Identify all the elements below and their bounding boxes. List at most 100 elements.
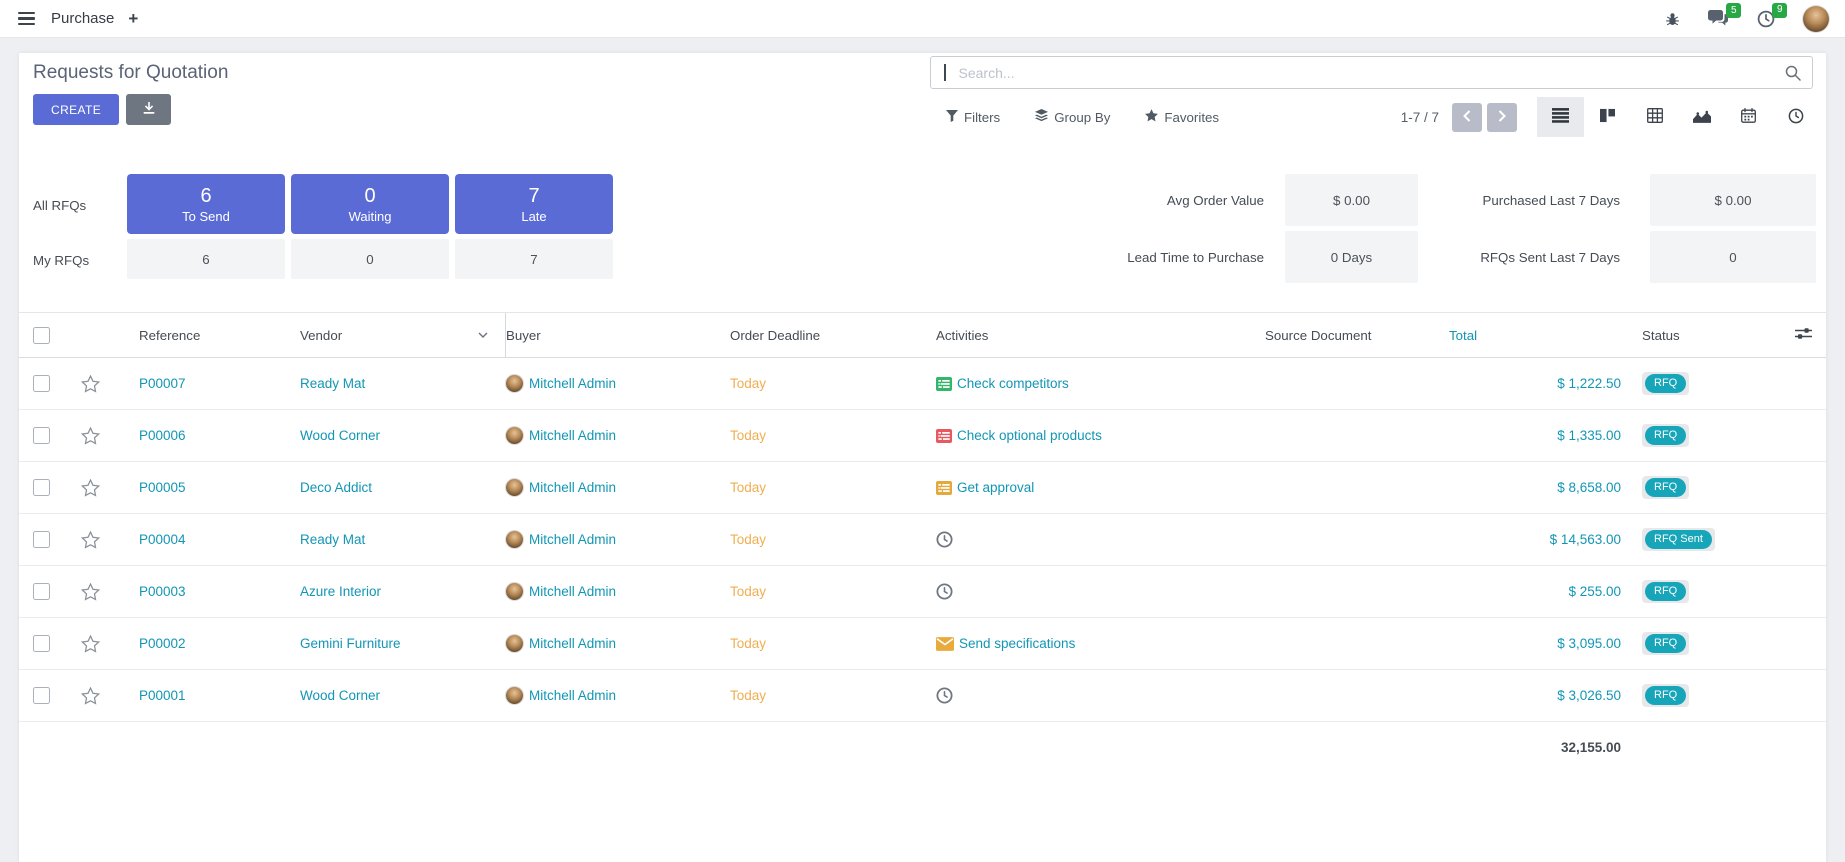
table-row[interactable]: P00001 Wood Corner Mitchell Admin Today … bbox=[19, 670, 1826, 722]
my-to-send-cell[interactable]: 6 bbox=[127, 239, 285, 279]
kanban-view-button[interactable] bbox=[1584, 97, 1631, 137]
vendor-link[interactable]: Ready Mat bbox=[300, 376, 365, 391]
vendor-link[interactable]: Wood Corner bbox=[300, 428, 380, 443]
vendor-link[interactable]: Ready Mat bbox=[300, 532, 365, 547]
buyer-link[interactable]: Mitchell Admin bbox=[529, 480, 616, 495]
filters-button[interactable]: Filters bbox=[946, 109, 1000, 125]
table-row[interactable]: P00005 Deco Addict Mitchell Admin Today … bbox=[19, 462, 1826, 514]
vendor-link[interactable]: Gemini Furniture bbox=[300, 636, 401, 651]
late-button[interactable]: 7 Late bbox=[455, 174, 613, 234]
messages-icon[interactable]: 5 bbox=[1708, 10, 1729, 27]
app-menu-title[interactable]: Purchase bbox=[51, 10, 114, 27]
reference-link[interactable]: P00005 bbox=[139, 480, 186, 495]
vendor-link[interactable]: Azure Interior bbox=[300, 584, 381, 599]
my-late-cell[interactable]: 7 bbox=[455, 239, 613, 279]
reference-link[interactable]: P00007 bbox=[139, 376, 186, 391]
column-header-order-deadline[interactable]: Order Deadline bbox=[730, 313, 936, 357]
activity-icon[interactable] bbox=[936, 637, 954, 651]
waiting-button[interactable]: 0 Waiting bbox=[291, 174, 449, 234]
row-checkbox[interactable] bbox=[33, 687, 50, 704]
activity-icon[interactable] bbox=[936, 583, 953, 600]
pager-next-button[interactable] bbox=[1487, 103, 1517, 132]
favorite-star-icon[interactable] bbox=[65, 583, 116, 601]
calendar-view-button[interactable] bbox=[1725, 97, 1772, 137]
buyer-link[interactable]: Mitchell Admin bbox=[529, 532, 616, 547]
column-header-reference[interactable]: Reference bbox=[116, 313, 300, 357]
status-badge: RFQ Sent bbox=[1645, 530, 1712, 549]
debug-bug-icon[interactable] bbox=[1665, 11, 1680, 27]
row-checkbox[interactable] bbox=[33, 635, 50, 652]
vendor-link[interactable]: Deco Addict bbox=[300, 480, 372, 495]
vendor-link[interactable]: Wood Corner bbox=[300, 688, 380, 703]
activity-icon[interactable] bbox=[936, 480, 952, 496]
graph-view-button[interactable] bbox=[1678, 97, 1725, 137]
favorites-button[interactable]: Favorites bbox=[1145, 109, 1219, 125]
purchased-last-7-days-box[interactable]: $ 0.00 bbox=[1650, 174, 1816, 226]
favorite-star-icon[interactable] bbox=[65, 479, 116, 497]
column-header-activities[interactable]: Activities bbox=[936, 313, 1265, 357]
table-row[interactable]: P00006 Wood Corner Mitchell Admin Today … bbox=[19, 410, 1826, 462]
reference-link[interactable]: P00002 bbox=[139, 636, 186, 651]
lead-time-label: Lead Time to Purchase bbox=[959, 250, 1264, 265]
user-avatar[interactable] bbox=[1803, 6, 1829, 32]
apps-menu-icon[interactable] bbox=[16, 10, 37, 28]
export-button[interactable] bbox=[126, 94, 171, 125]
column-header-vendor[interactable]: Vendor bbox=[300, 313, 506, 357]
row-checkbox[interactable] bbox=[33, 375, 50, 392]
buyer-link[interactable]: Mitchell Admin bbox=[529, 636, 616, 651]
pivot-view-button[interactable] bbox=[1631, 97, 1678, 137]
favorite-star-icon[interactable] bbox=[65, 635, 116, 653]
favorite-star-icon[interactable] bbox=[65, 687, 116, 705]
favorite-star-icon[interactable] bbox=[65, 427, 116, 445]
new-tab-icon[interactable]: + bbox=[128, 10, 138, 27]
top-navbar: Purchase + 5 9 bbox=[0, 0, 1845, 38]
activities-clock-icon[interactable]: 9 bbox=[1757, 10, 1775, 28]
activity-icon[interactable] bbox=[936, 687, 953, 704]
my-waiting-cell[interactable]: 0 bbox=[291, 239, 449, 279]
group-by-button[interactable]: Group By bbox=[1035, 109, 1110, 125]
to-send-button[interactable]: 6 To Send bbox=[127, 174, 285, 234]
list-view-button[interactable] bbox=[1537, 97, 1584, 137]
table-footer-row: 32,155.00 bbox=[19, 722, 1826, 772]
create-button[interactable]: CREATE bbox=[33, 94, 119, 125]
select-all-checkbox[interactable] bbox=[33, 327, 50, 344]
buyer-link[interactable]: Mitchell Admin bbox=[529, 428, 616, 443]
activity-label[interactable]: Get approval bbox=[957, 480, 1034, 495]
activity-label[interactable]: Check optional products bbox=[957, 428, 1102, 443]
row-checkbox[interactable] bbox=[33, 427, 50, 444]
search-input[interactable] bbox=[946, 65, 1786, 81]
reference-link[interactable]: P00003 bbox=[139, 584, 186, 599]
activity-icon[interactable] bbox=[936, 428, 952, 444]
column-header-status[interactable]: Status bbox=[1629, 313, 1782, 357]
table-row[interactable]: P00003 Azure Interior Mitchell Admin Tod… bbox=[19, 566, 1826, 618]
row-checkbox[interactable] bbox=[33, 531, 50, 548]
activity-label[interactable]: Check competitors bbox=[957, 376, 1069, 391]
activity-view-button[interactable] bbox=[1772, 97, 1819, 137]
table-row[interactable]: P00002 Gemini Furniture Mitchell Admin T… bbox=[19, 618, 1826, 670]
rfqs-sent-last-7-days-box[interactable]: 0 bbox=[1650, 231, 1816, 283]
buyer-link[interactable]: Mitchell Admin bbox=[529, 376, 616, 391]
column-header-source-document[interactable]: Source Document bbox=[1265, 313, 1449, 357]
buyer-link[interactable]: Mitchell Admin bbox=[529, 584, 616, 599]
favorite-star-icon[interactable] bbox=[65, 375, 116, 393]
pager-previous-button[interactable] bbox=[1452, 103, 1482, 132]
activities-badge: 9 bbox=[1772, 3, 1787, 18]
activity-icon[interactable] bbox=[936, 531, 953, 548]
column-header-total[interactable]: Total bbox=[1449, 313, 1629, 357]
row-checkbox[interactable] bbox=[33, 479, 50, 496]
buyer-link[interactable]: Mitchell Admin bbox=[529, 688, 616, 703]
activity-label[interactable]: Send specifications bbox=[959, 636, 1075, 651]
search-icon[interactable] bbox=[1785, 65, 1801, 81]
favorite-star-icon[interactable] bbox=[65, 531, 116, 549]
reference-link[interactable]: P00004 bbox=[139, 532, 186, 547]
table-row[interactable]: P00007 Ready Mat Mitchell Admin Today Ch… bbox=[19, 358, 1826, 410]
status-badge: RFQ bbox=[1645, 478, 1686, 497]
table-row[interactable]: P00004 Ready Mat Mitchell Admin Today $ … bbox=[19, 514, 1826, 566]
reference-link[interactable]: P00001 bbox=[139, 688, 186, 703]
activity-icon[interactable] bbox=[936, 376, 952, 392]
row-checkbox[interactable] bbox=[33, 583, 50, 600]
reference-link[interactable]: P00006 bbox=[139, 428, 186, 443]
optional-columns-icon[interactable] bbox=[1795, 326, 1812, 344]
order-deadline: Today bbox=[730, 636, 936, 651]
column-header-buyer[interactable]: Buyer bbox=[506, 313, 730, 357]
